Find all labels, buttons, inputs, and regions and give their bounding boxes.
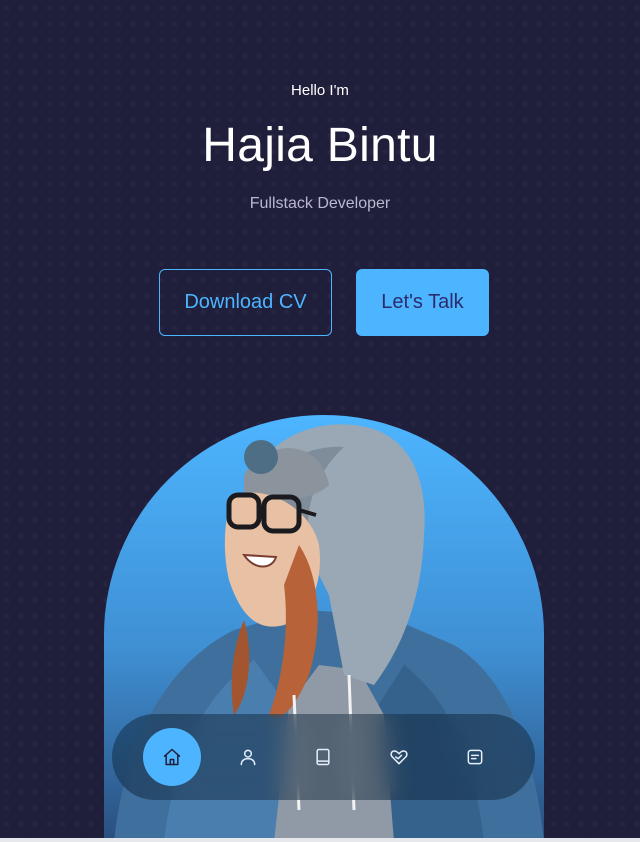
nav-services[interactable] [370, 728, 428, 786]
bottom-nav [112, 714, 535, 800]
user-icon [240, 749, 256, 766]
book-icon [316, 748, 331, 766]
nav-contact[interactable] [446, 728, 504, 786]
role-subtitle: Fullstack Developer [249, 195, 391, 212]
page-bottom-divider [0, 838, 640, 842]
page-title: Hajia Bintu [202, 119, 438, 172]
home-icon [163, 748, 181, 766]
nav-experience[interactable] [294, 728, 352, 786]
message-icon [467, 749, 483, 765]
services-icon [390, 750, 408, 765]
download-cv-button[interactable]: Download CV [159, 269, 332, 336]
lets-talk-button[interactable]: Let's Talk [356, 269, 489, 336]
nav-about[interactable] [219, 728, 277, 786]
nav-home[interactable] [142, 728, 201, 786]
greeting-text: Hello I'm [291, 82, 349, 99]
